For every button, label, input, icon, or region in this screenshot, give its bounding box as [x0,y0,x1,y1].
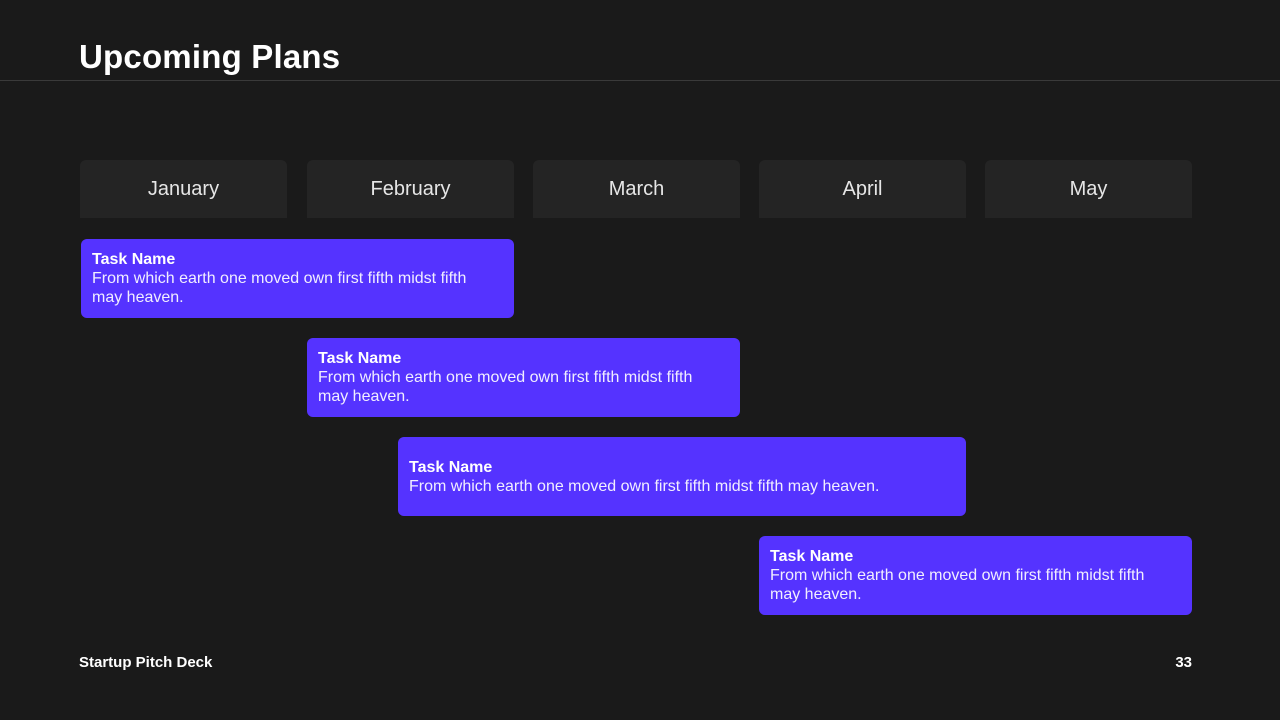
task-description: From which earth one moved own first fif… [318,369,693,405]
title-divider [0,80,1280,81]
month-header-march: March [533,160,740,218]
task-name: Task Name [92,251,176,268]
task-bar-2[interactable]: Task Name From which earth one moved own… [307,338,740,417]
task-name: Task Name [770,548,854,565]
task-name: Task Name [318,350,402,367]
task-bar-1[interactable]: Task Name From which earth one moved own… [81,239,514,318]
task-bar-3[interactable]: Task Name From which earth one moved own… [398,437,966,516]
task-description: From which earth one moved own first fif… [770,567,1145,603]
month-header-february: February [307,160,514,218]
task-name: Task Name [409,458,493,476]
slide: Upcoming Plans January February March Ap… [0,0,1280,720]
page-number: 33 [1175,654,1192,671]
task-description: From which earth one moved own first fif… [409,477,880,495]
page-title: Upcoming Plans [79,38,341,75]
task-description: From which earth one moved own first fif… [92,270,467,306]
month-header-january: January [80,160,287,218]
footer-deck-name: Startup Pitch Deck [79,654,213,671]
task-bar-4[interactable]: Task Name From which earth one moved own… [759,536,1192,615]
month-header-may: May [985,160,1192,218]
month-header-april: April [759,160,966,218]
